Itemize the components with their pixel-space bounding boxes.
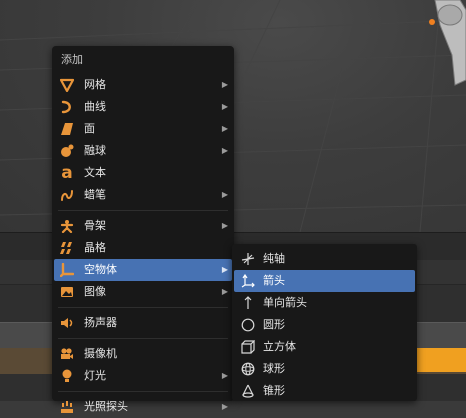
submenu-item-plain-axes[interactable]: 纯轴 bbox=[234, 248, 415, 270]
menu-separator bbox=[58, 391, 228, 392]
menu-separator bbox=[58, 210, 228, 211]
menu-item-light[interactable]: 灯光 ▶ bbox=[54, 365, 232, 387]
submenu-item-label: 球形 bbox=[263, 362, 285, 375]
submenu-arrow-icon: ▶ bbox=[221, 190, 228, 199]
menu-item-curve[interactable]: 曲线 ▶ bbox=[54, 96, 232, 118]
menu-item-label: 面 bbox=[84, 122, 95, 135]
camera-icon bbox=[59, 346, 75, 362]
menu-separator bbox=[58, 307, 228, 308]
add-menu: 添加 网格 ▶ 曲线 ▶ 面 ▶ 融球 ▶ a 文本 蜡笔 ▶ 骨架 ▶ 晶格 … bbox=[52, 46, 234, 413]
submenu-arrow-icon: ▶ bbox=[221, 146, 228, 155]
submenu-item-label: 单向箭头 bbox=[263, 296, 307, 309]
submenu-arrow-icon: ▶ bbox=[221, 80, 228, 89]
submenu-item-sphere[interactable]: 球形 bbox=[234, 358, 415, 380]
plain-axes-icon bbox=[240, 251, 256, 267]
empty-submenu: 纯轴 箭头 单向箭头 圆形 立方体 球形 锥形 bbox=[232, 244, 417, 401]
text-icon: a bbox=[61, 163, 73, 183]
menu-item-image[interactable]: 图像 ▶ bbox=[54, 281, 232, 303]
menu-item-label: 空物体 bbox=[84, 263, 117, 276]
character-model bbox=[434, 0, 466, 86]
menu-item-label: 光照探头 bbox=[84, 400, 128, 413]
submenu-item-label: 箭头 bbox=[263, 274, 285, 287]
mesh-icon bbox=[59, 77, 75, 93]
menu-item-metaball[interactable]: 融球 ▶ bbox=[54, 140, 232, 162]
menu-item-light-probe[interactable]: 光照探头 ▶ bbox=[54, 396, 232, 418]
menu-item-text[interactable]: a 文本 bbox=[54, 162, 232, 184]
submenu-arrow-icon: ▶ bbox=[221, 102, 228, 111]
submenu-arrow-icon: ▶ bbox=[221, 221, 228, 230]
empty-icon bbox=[59, 262, 75, 278]
submenu-arrow-icon: ▶ bbox=[221, 287, 228, 296]
submenu-arrow-icon: ▶ bbox=[221, 402, 228, 411]
menu-title: 添加 bbox=[61, 53, 83, 66]
submenu-arrow-icon: ▶ bbox=[221, 124, 228, 133]
menu-item-label: 图像 bbox=[84, 285, 106, 298]
menu-item-grease-pencil[interactable]: 蜡笔 ▶ bbox=[54, 184, 232, 206]
lattice-icon bbox=[59, 240, 75, 256]
grease-pencil-icon bbox=[59, 187, 75, 203]
menu-item-label: 融球 bbox=[84, 144, 106, 157]
submenu-item-label: 立方体 bbox=[263, 340, 296, 353]
metaball-icon bbox=[59, 143, 75, 159]
menu-item-label: 曲线 bbox=[84, 100, 106, 113]
menu-item-armature[interactable]: 骨架 ▶ bbox=[54, 215, 232, 237]
menu-item-label: 灯光 bbox=[84, 369, 106, 382]
submenu-item-single-arrow[interactable]: 单向箭头 bbox=[234, 292, 415, 314]
circle-icon bbox=[240, 317, 256, 333]
action-strip-highlight[interactable] bbox=[412, 348, 466, 372]
menu-item-label: 骨架 bbox=[84, 219, 106, 232]
light-icon bbox=[59, 368, 75, 384]
menu-item-surface[interactable]: 面 ▶ bbox=[54, 118, 232, 140]
menu-item-label: 扬声器 bbox=[84, 316, 117, 329]
menu-item-lattice[interactable]: 晶格 bbox=[54, 237, 232, 259]
submenu-item-arrows[interactable]: 箭头 bbox=[234, 270, 415, 292]
submenu-item-label: 锥形 bbox=[263, 384, 285, 397]
cube-icon bbox=[240, 339, 256, 355]
menu-item-label: 文本 bbox=[84, 166, 106, 179]
menu-item-empty[interactable]: 空物体 ▶ bbox=[54, 259, 232, 281]
curve-icon bbox=[59, 99, 75, 115]
sphere-icon bbox=[240, 361, 256, 377]
single-arrow-icon bbox=[240, 295, 256, 311]
menu-item-label: 蜡笔 bbox=[84, 188, 106, 201]
submenu-arrow-icon: ▶ bbox=[221, 371, 228, 380]
submenu-item-label: 圆形 bbox=[263, 318, 285, 331]
menu-item-label: 晶格 bbox=[84, 241, 106, 254]
armature-icon bbox=[59, 218, 75, 234]
arrows-icon bbox=[240, 273, 256, 289]
menu-separator bbox=[58, 338, 228, 339]
menu-item-camera[interactable]: 摄像机 bbox=[54, 343, 232, 365]
menu-item-label: 摄像机 bbox=[84, 347, 117, 360]
object-origin bbox=[429, 19, 435, 25]
image-icon bbox=[59, 284, 75, 300]
cone-icon bbox=[240, 383, 256, 399]
submenu-item-cone[interactable]: 锥形 bbox=[234, 380, 415, 402]
submenu-item-cube[interactable]: 立方体 bbox=[234, 336, 415, 358]
menu-item-mesh[interactable]: 网格 ▶ bbox=[54, 74, 232, 96]
surface-icon bbox=[59, 121, 75, 137]
submenu-item-circle[interactable]: 圆形 bbox=[234, 314, 415, 336]
submenu-arrow-icon: ▶ bbox=[221, 265, 228, 274]
speaker-icon bbox=[59, 315, 75, 331]
menu-item-label: 网格 bbox=[84, 78, 106, 91]
menu-item-speaker[interactable]: 扬声器 bbox=[54, 312, 232, 334]
light-probe-icon bbox=[59, 399, 75, 415]
submenu-item-label: 纯轴 bbox=[263, 252, 285, 265]
